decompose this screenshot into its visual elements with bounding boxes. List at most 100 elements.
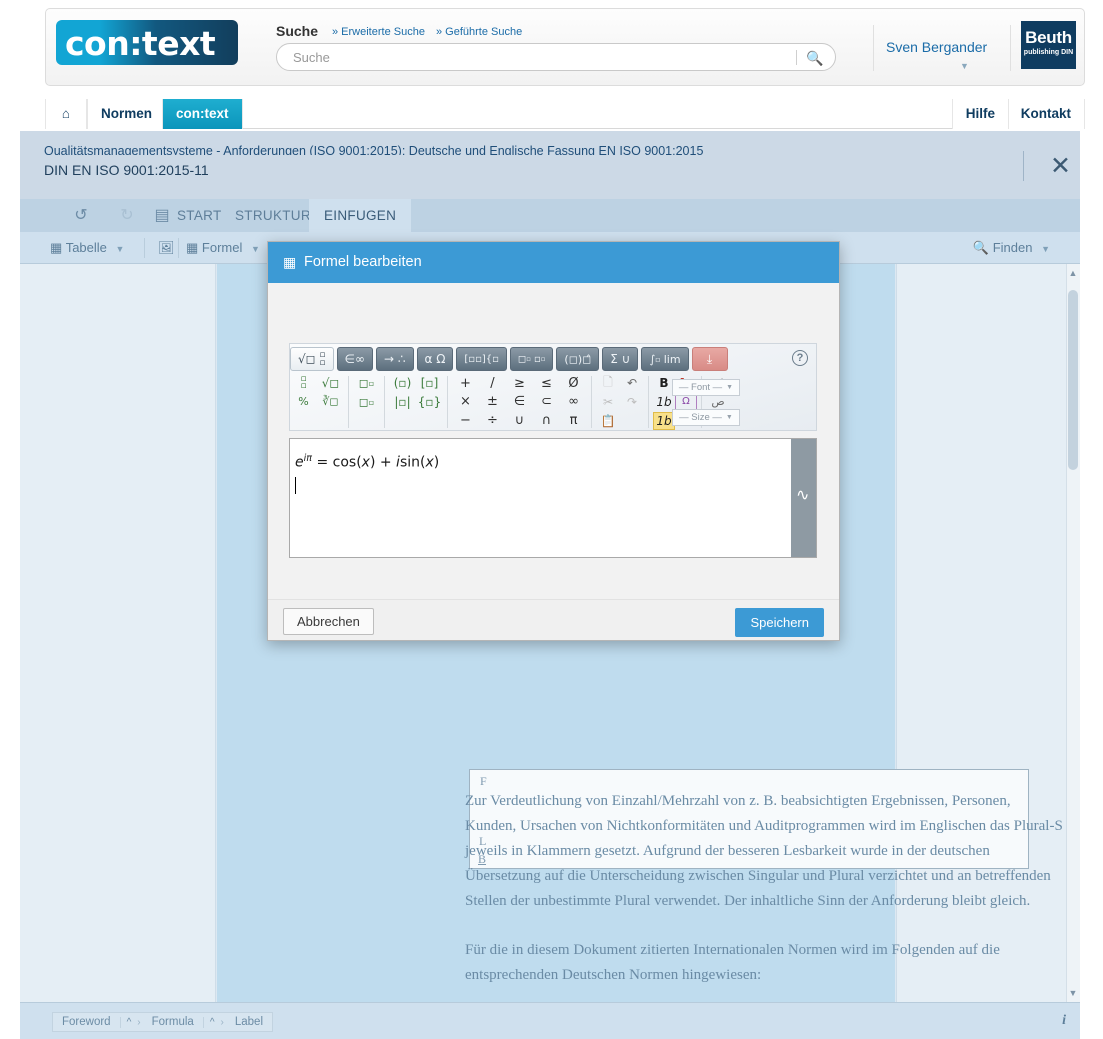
guided-search-link[interactable]: » Geführte Suche <box>436 26 522 38</box>
insert-image-button[interactable]: 🖼 <box>158 232 175 264</box>
spacer-s1 <box>290 412 317 430</box>
scrollbar-thumb[interactable] <box>1068 290 1078 470</box>
save-button[interactable]: Speichern <box>735 608 824 637</box>
chevron-down-icon[interactable]: ▼ <box>116 244 125 254</box>
subscript-button[interactable]: ◻ ▫ <box>353 393 380 411</box>
breadcrumb-item-formula[interactable]: Formula <box>143 1013 203 1031</box>
home-icon[interactable]: ⌂ <box>45 99 87 129</box>
search-input[interactable] <box>291 44 781 70</box>
eq-divider-1 <box>348 376 349 428</box>
chevron-down-icon[interactable]: ▼ <box>960 61 969 71</box>
document-scrollbar[interactable]: ▲ ▼ <box>1066 264 1080 1002</box>
scroll-up-icon[interactable]: ▲ <box>1067 266 1079 280</box>
tab-integral-limit[interactable]: ∫ ▫ lim <box>641 347 689 371</box>
editor-statusbar: Foreword ^ › Formula ^ › Label i <box>20 1002 1080 1039</box>
square-bracket-button[interactable]: [▫] <box>416 374 443 392</box>
nth-root-button[interactable]: ∛◻ <box>317 393 344 411</box>
redo-icon[interactable]: ↻ <box>110 199 144 232</box>
insert-formula-button[interactable]: ▦ Formel ▼ <box>186 232 260 264</box>
scroll-down-icon[interactable]: ▼ <box>1067 986 1079 1000</box>
breadcrumb-up-icon-2[interactable]: ^ <box>202 1016 221 1028</box>
insert-table-button[interactable]: ▦ Tabelle ▼ <box>50 232 124 264</box>
cancel-button[interactable]: Abbrechen <box>283 608 374 635</box>
tab-arrows[interactable]: → ∴ <box>375 347 414 371</box>
tab-sets[interactable]: ∈∞ <box>336 347 373 371</box>
divide-button[interactable]: ÷ <box>479 412 506 430</box>
minus-button[interactable]: − <box>452 412 479 430</box>
header-card: con:text Suche » Erweiterte Suche » Gefü… <box>45 8 1085 86</box>
font-dropdown[interactable]: — Font — ▼ <box>672 379 740 396</box>
fraction-button[interactable]: ▫ ▫ <box>290 374 317 392</box>
equation-exponent: iπ <box>303 453 312 464</box>
equation-button-grid: ▫ ▫ % √◻ ∛◻ ◻ ▫ ◻ ▫ (▫) |▫| [▫] {▫} + × … <box>290 374 730 430</box>
plusminus-button[interactable]: ± <box>479 393 506 411</box>
tab-scripts[interactable]: ◻ ▫ ▫ ▫ <box>509 347 554 371</box>
nav-item-kontakt[interactable]: Kontakt <box>1006 99 1085 129</box>
search-icon[interactable]: 🔍 <box>805 48 825 68</box>
document-paragraph-2: Für die in diesem Dokument zitierten Int… <box>465 942 1000 983</box>
plus-button[interactable]: + <box>452 374 479 392</box>
tab-sum-union[interactable]: Σ ∪ <box>602 347 639 371</box>
subset-button[interactable]: ⊂ <box>533 393 560 411</box>
nav-item-normen[interactable]: Normen <box>87 99 167 129</box>
square-root-button[interactable]: √◻ <box>317 374 344 392</box>
cut-icon[interactable]: ✂ <box>596 393 620 411</box>
equation-category-tabs: √◻ ▫ ▫ ∈∞ → ∴ α Ω [▫▫]{▫ ◻ ▫ ▫ ▫ (◻)◻̂ Σ ∪ … <box>289 347 817 372</box>
intersection-button[interactable]: ∩ <box>533 412 560 430</box>
editor-titlebar: Qualitätsmanagementsysteme - Anforderung… <box>20 131 1080 199</box>
paren-button[interactable]: (▫) <box>389 374 416 392</box>
slash-button[interactable]: / <box>479 374 506 392</box>
breadcrumb-item-label[interactable]: Label <box>226 1013 272 1031</box>
undo-icon[interactable]: ↺ <box>64 199 98 232</box>
tab-radical-fraction[interactable]: √◻ ▫ ▫ <box>290 347 334 371</box>
ribbon-tab-strip: ↺ ↻ ▤ START STRUKTUR EINFUGEN <box>20 199 1080 232</box>
beuth-logo-main: Beuth <box>1025 28 1072 47</box>
nav-item-context[interactable]: con:text <box>162 99 243 129</box>
user-menu-label[interactable]: Sven Bergander <box>886 39 987 55</box>
scrollbar-grip-icon[interactable]: ∿ <box>796 485 809 505</box>
copy-icon[interactable]: 🗋 <box>596 374 620 392</box>
abs-button[interactable]: |▫| <box>389 393 416 411</box>
tab-export[interactable]: ⤓ <box>691 347 728 371</box>
equation-input-area[interactable]: eiπ = cos(x) + isin(x) ∿ <box>289 438 817 558</box>
tab-brackets[interactable]: (◻)◻̂ <box>556 347 600 371</box>
document-paragraph-1: Zur Verdeutlichung von Einzahl/Mehrzahl … <box>465 793 1063 909</box>
chevron-down-icon: ▼ <box>726 384 734 391</box>
info-icon[interactable]: i <box>1062 1013 1066 1029</box>
equation-canvas[interactable]: eiπ = cos(x) + isin(x) <box>290 439 790 557</box>
tab-einfugen[interactable]: EINFUGEN <box>309 199 412 232</box>
breadcrumb-up-icon-1[interactable]: ^ <box>119 1016 138 1028</box>
formula-icon: ▦ <box>186 240 199 255</box>
text-cursor <box>295 476 296 494</box>
advanced-search-link[interactable]: » Erweiterte Suche <box>332 26 425 38</box>
tab-greek[interactable]: α Ω <box>416 347 454 371</box>
beuth-logo[interactable]: Beuth publishing DIN <box>1021 21 1076 69</box>
find-button[interactable]: 🔍 Finden ▼ <box>973 232 1050 264</box>
pi-button[interactable]: π <box>560 412 587 430</box>
find-label: Finden <box>992 240 1033 255</box>
close-icon[interactable]: ✕ <box>1050 154 1071 179</box>
percent-fraction-button[interactable]: % <box>290 393 317 411</box>
chevron-down-icon[interactable]: ▼ <box>251 244 260 254</box>
breadcrumb-item-foreword[interactable]: Foreword <box>53 1013 120 1031</box>
size-dropdown[interactable]: — Size — ▼ <box>672 409 740 426</box>
tab-matrix[interactable]: [▫▫]{▫ <box>456 347 507 371</box>
infinity-button[interactable]: ∞ <box>560 393 587 411</box>
curly-brace-button[interactable]: {▫} <box>416 393 443 411</box>
empty-set-button[interactable]: Ø <box>560 374 587 392</box>
spacer-s3 <box>353 412 380 430</box>
greater-equal-button[interactable]: ≥ <box>506 374 533 392</box>
union-button[interactable]: ∪ <box>506 412 533 430</box>
superscript-button[interactable]: ◻ ▫ <box>353 374 380 392</box>
nav-item-hilfe[interactable]: Hilfe <box>951 99 1009 129</box>
times-button[interactable]: × <box>452 393 479 411</box>
redo-icon[interactable]: ↷ <box>620 393 644 411</box>
element-of-button[interactable]: ∈ <box>506 393 533 411</box>
less-equal-button[interactable]: ≤ <box>533 374 560 392</box>
context-logo[interactable]: con:text <box>56 20 238 65</box>
paste-icon[interactable]: 📋 <box>596 412 620 430</box>
spacer-s2 <box>317 412 344 430</box>
equation-scrollbar[interactable]: ∿ <box>791 439 816 557</box>
chevron-down-icon[interactable]: ▼ <box>1041 244 1050 254</box>
undo-icon[interactable]: ↶ <box>620 374 644 392</box>
